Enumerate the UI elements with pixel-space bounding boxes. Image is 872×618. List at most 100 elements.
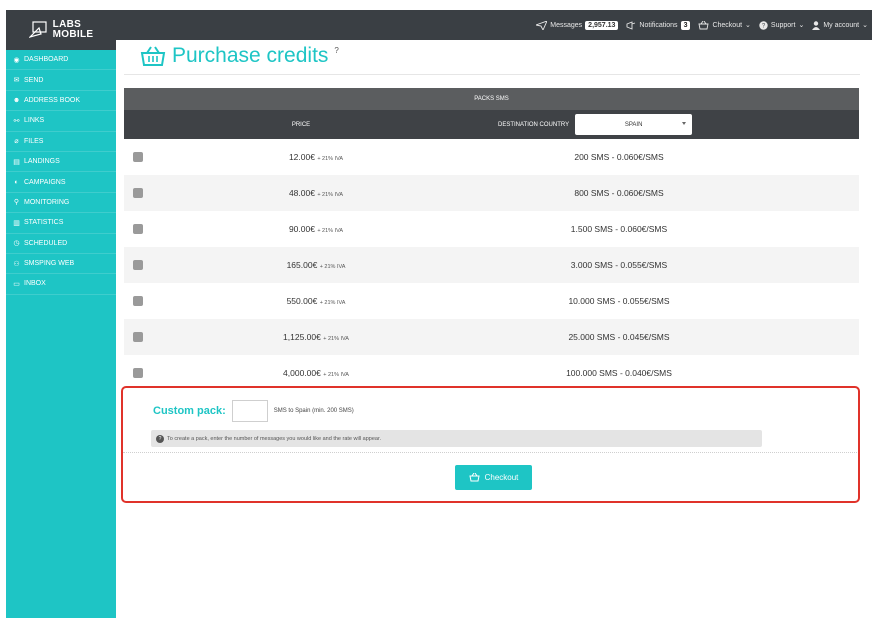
pack-checkbox[interactable] [133, 152, 143, 162]
account-menu[interactable]: My account ⌄ [812, 20, 868, 30]
basket-icon [698, 20, 710, 29]
support-label: Support [770, 21, 796, 29]
layout-icon: ▤ [13, 158, 20, 166]
destination-label: DESTINATION COUNTRY [498, 121, 570, 128]
country-select[interactable]: SPAIN [575, 114, 693, 135]
sidebar-item-monitoring[interactable]: ⚲ MONITORING [6, 193, 116, 214]
sidebar-item-label: SEND [24, 76, 44, 84]
inbox-icon: ▭ [13, 280, 20, 288]
pack-tax-note: + 21% IVA [317, 192, 344, 198]
pack-tax-note: + 21% IVA [319, 300, 346, 306]
help-circle-icon: ? [759, 20, 768, 30]
pack-sms: 25.000 SMS - 0.045€/SMS [568, 332, 670, 342]
logo[interactable]: LABS MOBILE [6, 10, 116, 50]
sidebar-item-dashboard[interactable]: ◉ DASHBOARD [6, 50, 116, 71]
notifications-count-badge: 3 [680, 20, 691, 30]
basket-icon [468, 473, 480, 482]
sidebar-item-label: SMSPING WEB [24, 260, 75, 268]
pack-sms: 1.500 SMS - 0.060€/SMS [570, 224, 668, 234]
pack-sms: 100.000 SMS - 0.040€/SMS [566, 368, 672, 378]
pack-checkbox[interactable] [133, 188, 143, 198]
sidebar-item-label: MONITORING [24, 198, 70, 206]
sidebar-item-scheduled[interactable]: ◷ SCHEDULED [6, 234, 116, 254]
megaphone-icon [626, 20, 636, 30]
megaphone-icon: ◐ [14, 178, 19, 186]
pack-checkbox[interactable] [133, 224, 143, 234]
pack-price: 12.00€ + 21% IVA [143, 152, 469, 162]
dotted-divider [123, 452, 857, 453]
page-heading: Purchase credits ? [140, 44, 339, 68]
pack-row[interactable]: 550.00€ + 21% IVA 10.000 SMS - 0.055€/SMS [124, 283, 859, 319]
pack-tax-note: + 21% IVA [317, 156, 344, 162]
pack-row[interactable]: 165.00€ + 21% IVA 3.000 SMS - 0.055€/SMS [124, 247, 859, 283]
bar-chart-icon: ▥ [13, 219, 20, 227]
sidebar-item-campaigns[interactable]: ◐ CAMPAIGNS [6, 172, 116, 193]
sidebar-item-statistics[interactable]: ▥ STATISTICS [6, 213, 116, 234]
sidebar-item-inbox[interactable]: ▭ INBOX [6, 274, 116, 295]
messages-label: Messages [550, 21, 583, 29]
paper-plane-logo-icon [28, 21, 47, 38]
sidebar-item-files[interactable]: ⌀ FILES [6, 132, 116, 152]
ping-icon: ⚇ [13, 260, 20, 268]
sidebar-item-label: ADDRESS BOOK [24, 96, 81, 104]
pack-price-value: 90.00€ [288, 224, 315, 234]
checkout-button[interactable]: Checkout [455, 465, 532, 490]
packs-group-header: PACKS SMS [124, 88, 859, 110]
pack-price-value: 48.00€ [288, 188, 315, 198]
pack-price-value: 165.00€ [286, 260, 318, 270]
notifications-menu[interactable]: Notifications 3 [626, 20, 691, 30]
pack-tax-note: + 21% IVA [317, 228, 344, 234]
packs-column-header: PRICE DESTINATION COUNTRY SPAIN [124, 110, 859, 139]
pack-checkbox[interactable] [133, 332, 143, 342]
pack-price: 90.00€ + 21% IVA [143, 224, 469, 234]
pack-row[interactable]: 90.00€ + 21% IVA 1.500 SMS - 0.060€/SMS [124, 211, 859, 247]
sidebar-item-address-book[interactable]: ☻ ADDRESS BOOK [6, 91, 116, 112]
pack-tax-note: + 21% IVA [319, 264, 346, 270]
chevron-down-icon: ⌄ [798, 22, 805, 29]
pack-sms: 10.000 SMS - 0.055€/SMS [568, 296, 670, 306]
pack-sms: 200 SMS - 0.060€/SMS [574, 152, 664, 162]
caret-down-icon [682, 122, 687, 125]
custom-pack-hint-text: To create a pack, enter the number of me… [167, 435, 382, 442]
pack-checkbox[interactable] [133, 368, 143, 378]
sidebar-item-smsping-web[interactable]: ⚇ SMSPING WEB [6, 254, 116, 275]
users-icon: ☻ [12, 96, 21, 104]
envelope-icon: ✉ [13, 77, 20, 85]
pack-row[interactable]: 1,125.00€ + 21% IVA 25.000 SMS - 0.045€/S… [124, 319, 859, 355]
sidebar-item-links[interactable]: ⚯ LINKS [6, 111, 116, 132]
pack-row[interactable]: 12.00€ + 21% IVA 200 SMS - 0.060€/SMS [124, 139, 859, 175]
logo-text: LABS MOBILE [53, 20, 94, 40]
pack-sms: 800 SMS - 0.060€/SMS [574, 188, 664, 198]
messages-menu[interactable]: Messages 2,957.13 [536, 20, 619, 30]
pack-checkbox[interactable] [133, 296, 143, 306]
pack-tax-note: + 21% IVA [323, 372, 349, 378]
pack-price: 550.00€ + 21% IVA [143, 296, 469, 306]
pack-price-value: 4,000.00€ [283, 368, 321, 378]
info-icon: ? [156, 434, 164, 443]
custom-pack-suffix: SMS to Spain (min. 200 SMS) [273, 408, 354, 414]
divider [124, 74, 860, 75]
sidebar-item-label: INBOX [24, 280, 46, 288]
packs-rows: 12.00€ + 21% IVA 200 SMS - 0.060€/SMS 48.0… [124, 139, 859, 391]
custom-pack-quantity-input[interactable] [231, 400, 268, 422]
sidebar-item-landings[interactable]: ▤ LANDINGS [6, 152, 116, 173]
checkout-label: Checkout [712, 21, 743, 29]
dashboard-icon: ◉ [13, 56, 20, 64]
pack-price-value: 1,125.00€ [283, 332, 321, 342]
checkout-menu[interactable]: Checkout ⌄ [698, 20, 751, 30]
sidebar-item-label: LANDINGS [24, 158, 60, 166]
support-menu[interactable]: ? Support ⌄ [759, 20, 805, 30]
pack-tax-note: + 21% IVA [323, 336, 349, 342]
sidebar-item-label: DASHBOARD [24, 56, 69, 64]
paper-plane-icon [536, 20, 548, 30]
help-icon[interactable]: ? [334, 46, 338, 55]
pack-row[interactable]: 48.00€ + 21% IVA 800 SMS - 0.060€/SMS [124, 175, 859, 211]
sidebar-item-send[interactable]: ✉ SEND [6, 70, 116, 91]
pack-checkbox[interactable] [133, 260, 143, 270]
checkout-button-label: Checkout [484, 473, 519, 482]
custom-pack-section: Custom pack: SMS to Spain (min. 200 SMS)… [121, 386, 860, 503]
price-column-header: PRICE [291, 121, 311, 128]
pack-sms: 3.000 SMS - 0.055€/SMS [570, 260, 668, 270]
custom-pack-hint: ? To create a pack, enter the number of … [151, 430, 762, 447]
basket-icon [140, 46, 166, 66]
